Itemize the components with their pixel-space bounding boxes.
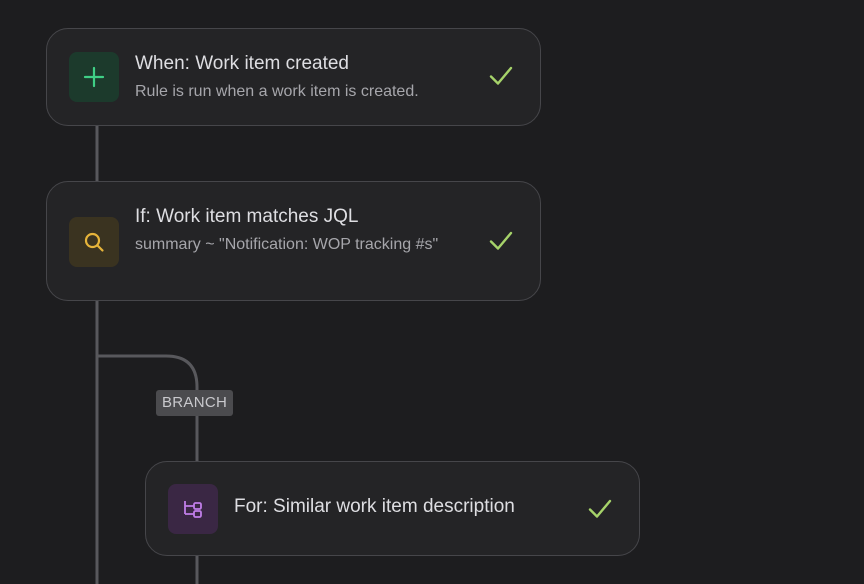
rule-canvas: When: Work item created Rule is run when…: [0, 0, 864, 584]
trigger-description: Rule is run when a work item is created.: [135, 83, 419, 100]
plus-icon: [83, 66, 105, 88]
trigger-icon-tile: [69, 52, 119, 102]
branch-badge: BRANCH: [156, 390, 234, 416]
branch-connector: [97, 354, 199, 390]
branch-icon-tile: [168, 484, 218, 534]
branch-icon: [184, 501, 202, 518]
condition-title: If: Work item matches JQL: [135, 206, 359, 227]
check-icon: [489, 66, 513, 85]
check-icon: [588, 499, 612, 518]
condition-icon-tile: [69, 217, 119, 267]
condition-description: summary ~ "Notification: WOP tracking #s…: [135, 236, 439, 253]
check-icon: [489, 231, 513, 250]
branch-title: For: Similar work item description: [234, 496, 515, 517]
condition-card[interactable]: If: Work item matches JQL summary ~ "Not…: [46, 181, 541, 301]
trigger-card[interactable]: When: Work item created Rule is run when…: [46, 28, 541, 126]
search-icon: [84, 232, 104, 252]
trigger-title: When: Work item created: [135, 53, 350, 74]
branch-card[interactable]: For: Similar work item description: [145, 461, 640, 556]
